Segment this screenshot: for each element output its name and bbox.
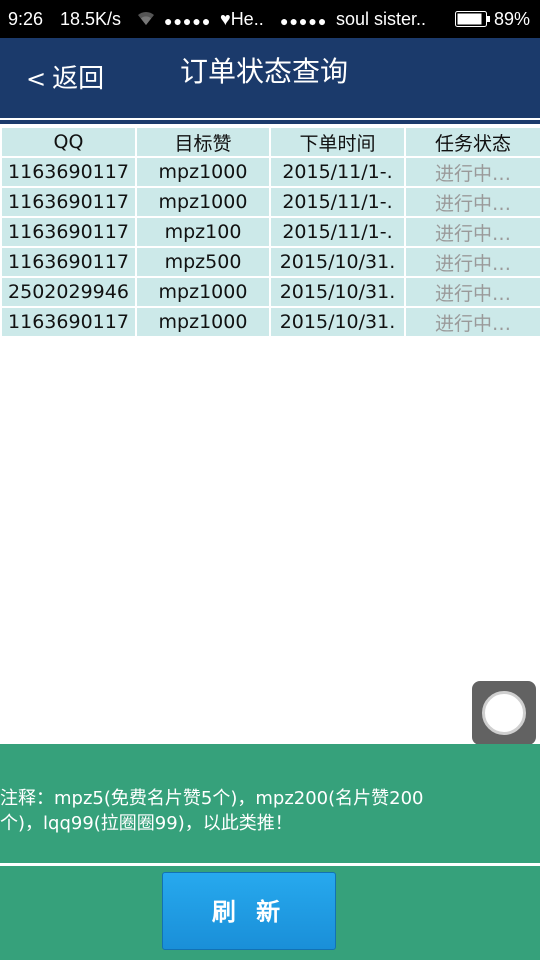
table-row[interactable]: 1163690117 mpz1000 2015/11/1-. 进行中… <box>2 158 540 186</box>
cell-qq: 1163690117 <box>2 158 135 186</box>
table-row[interactable]: 1163690117 mpz1000 2015/11/1-. 进行中… <box>2 188 540 216</box>
cell-target: mpz1000 <box>137 158 269 186</box>
cell-target: mpz500 <box>137 248 269 276</box>
cell-target: mpz1000 <box>137 308 269 336</box>
cell-time: 2015/11/1-. <box>271 188 404 216</box>
cell-status: 进行中… <box>406 188 540 216</box>
signal-strength-1: ●●●●● <box>164 13 212 29</box>
cell-status: 进行中… <box>406 308 540 336</box>
column-header-qq: QQ <box>2 128 135 156</box>
footer-panel: 注释：mpz5(免费名片赞5个)，mpz200(名片赞200个)，lqq99(拉… <box>0 744 540 960</box>
cell-time: 2015/11/1-. <box>271 218 404 246</box>
title-divider-band <box>0 120 540 124</box>
column-header-time: 下单时间 <box>271 128 404 156</box>
carrier-name-1: ♥He.. <box>220 9 264 29</box>
cell-time: 2015/10/31. <box>271 308 404 336</box>
table-row[interactable]: 1163690117 mpz100 2015/11/1-. 进行中… <box>2 218 540 246</box>
cell-status: 进行中… <box>406 278 540 306</box>
battery-level: 89% <box>494 9 531 29</box>
cell-qq: 2502029946 <box>2 278 135 306</box>
back-label: 返回 <box>52 64 105 94</box>
table-header-row: QQ 目标赞 下单时间 任务状态 <box>2 128 540 156</box>
page-title: 订单状态查询 <box>180 55 349 88</box>
table-row[interactable]: 2502029946 mpz1000 2015/10/31. 进行中… <box>2 278 540 306</box>
assistive-touch-icon <box>482 691 526 735</box>
carrier-name-2: soul sister.. <box>336 9 427 29</box>
status-time: 9:26 <box>8 9 44 29</box>
column-header-target: 目标赞 <box>137 128 269 156</box>
table-row[interactable]: 1163690117 mpz500 2015/10/31. 进行中… <box>2 248 540 276</box>
cell-qq: 1163690117 <box>2 248 135 276</box>
status-net-speed: 18.5K/s <box>60 9 122 29</box>
cell-target: mpz1000 <box>137 278 269 306</box>
signal-strength-2: ●●●●● <box>280 13 328 29</box>
battery-icon <box>455 11 491 32</box>
orders-table: QQ 目标赞 下单时间 任务状态 1163690117 mpz1000 2015… <box>0 126 540 338</box>
cell-status: 进行中… <box>406 218 540 246</box>
cell-time: 2015/10/31. <box>271 248 404 276</box>
refresh-button[interactable]: 刷 新 <box>162 872 336 950</box>
cell-status: 进行中… <box>406 248 540 276</box>
column-header-status: 任务状态 <box>406 128 540 156</box>
cell-target: mpz100 <box>137 218 269 246</box>
cell-time: 2015/10/31. <box>271 278 404 306</box>
cell-status: 进行中… <box>406 158 540 186</box>
cell-time: 2015/11/1-. <box>271 158 404 186</box>
chevron-left-icon: < <box>26 65 47 93</box>
cell-qq: 1163690117 <box>2 218 135 246</box>
footer-divider <box>0 863 540 866</box>
cell-target: mpz1000 <box>137 188 269 216</box>
assistive-touch-button[interactable] <box>472 681 536 745</box>
title-bar: < 返回 订单状态查询 <box>0 38 540 118</box>
cell-qq: 1163690117 <box>2 308 135 336</box>
usage-note: 注释：mpz5(免费名片赞5个)，mpz200(名片赞200个)，lqq99(拉… <box>0 788 424 834</box>
wifi-icon <box>136 9 156 31</box>
status-bar: 9:26 18.5K/s ●●●●● ♥He.. ●●●●● soul sist… <box>0 0 540 38</box>
table-row[interactable]: 1163690117 mpz1000 2015/10/31. 进行中… <box>2 308 540 336</box>
cell-qq: 1163690117 <box>2 188 135 216</box>
back-button[interactable]: < 返回 <box>26 62 104 96</box>
